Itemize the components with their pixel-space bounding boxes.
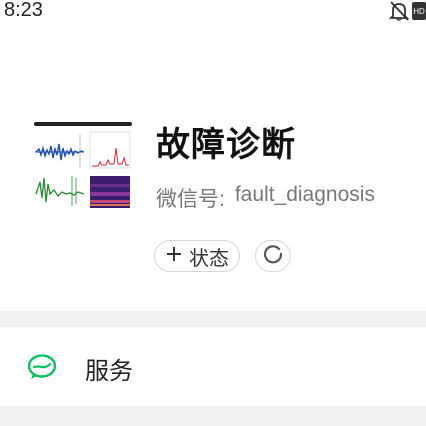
profile-name: 故障诊断	[156, 125, 296, 165]
section-divider	[0, 311, 426, 327]
refresh-status-button[interactable]	[255, 240, 291, 272]
svg-text:HD: HD	[413, 7, 425, 16]
add-status-button[interactable]: 状态	[154, 240, 240, 272]
wechat-services-icon	[26, 353, 58, 386]
profile-avatar[interactable]	[32, 118, 134, 214]
status-icons: HD	[388, 0, 426, 22]
services-menu-item[interactable]: 服务	[0, 327, 426, 406]
hd-icon: HD	[412, 1, 426, 21]
status-time: 8:23	[4, 0, 43, 21]
wechat-id-row[interactable]: 微信号: fault_diagnosis	[156, 183, 375, 213]
bell-off-icon	[388, 0, 410, 22]
section-divider-bottom	[0, 406, 426, 426]
wechat-id-label: 微信号:	[156, 188, 225, 211]
plus-icon	[165, 244, 183, 268]
services-label: 服务	[85, 358, 133, 385]
status-bar: 8:23 HD	[0, 0, 426, 26]
wechat-id-value: fault_diagnosis	[234, 183, 375, 206]
add-status-label: 状态	[189, 247, 229, 270]
refresh-circle-icon	[262, 243, 284, 270]
